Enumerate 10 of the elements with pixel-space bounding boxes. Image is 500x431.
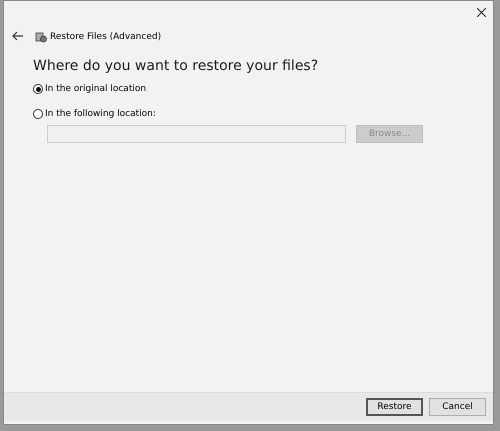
radio-option[interactable]: In the original location xyxy=(33,84,146,94)
cancel-button[interactable]: Cancel xyxy=(429,398,486,416)
radio-button[interactable] xyxy=(33,109,43,119)
page-title: Restore Files (Advanced) xyxy=(50,32,162,42)
question-heading: Where do you want to restore your files? xyxy=(33,58,320,74)
restore-icon xyxy=(35,32,47,42)
radio-option[interactable]: In the following location: xyxy=(33,109,156,119)
radio-button[interactable] xyxy=(33,84,43,94)
close-icon[interactable] xyxy=(476,8,486,16)
restore-button[interactable]: Restore xyxy=(366,398,423,416)
